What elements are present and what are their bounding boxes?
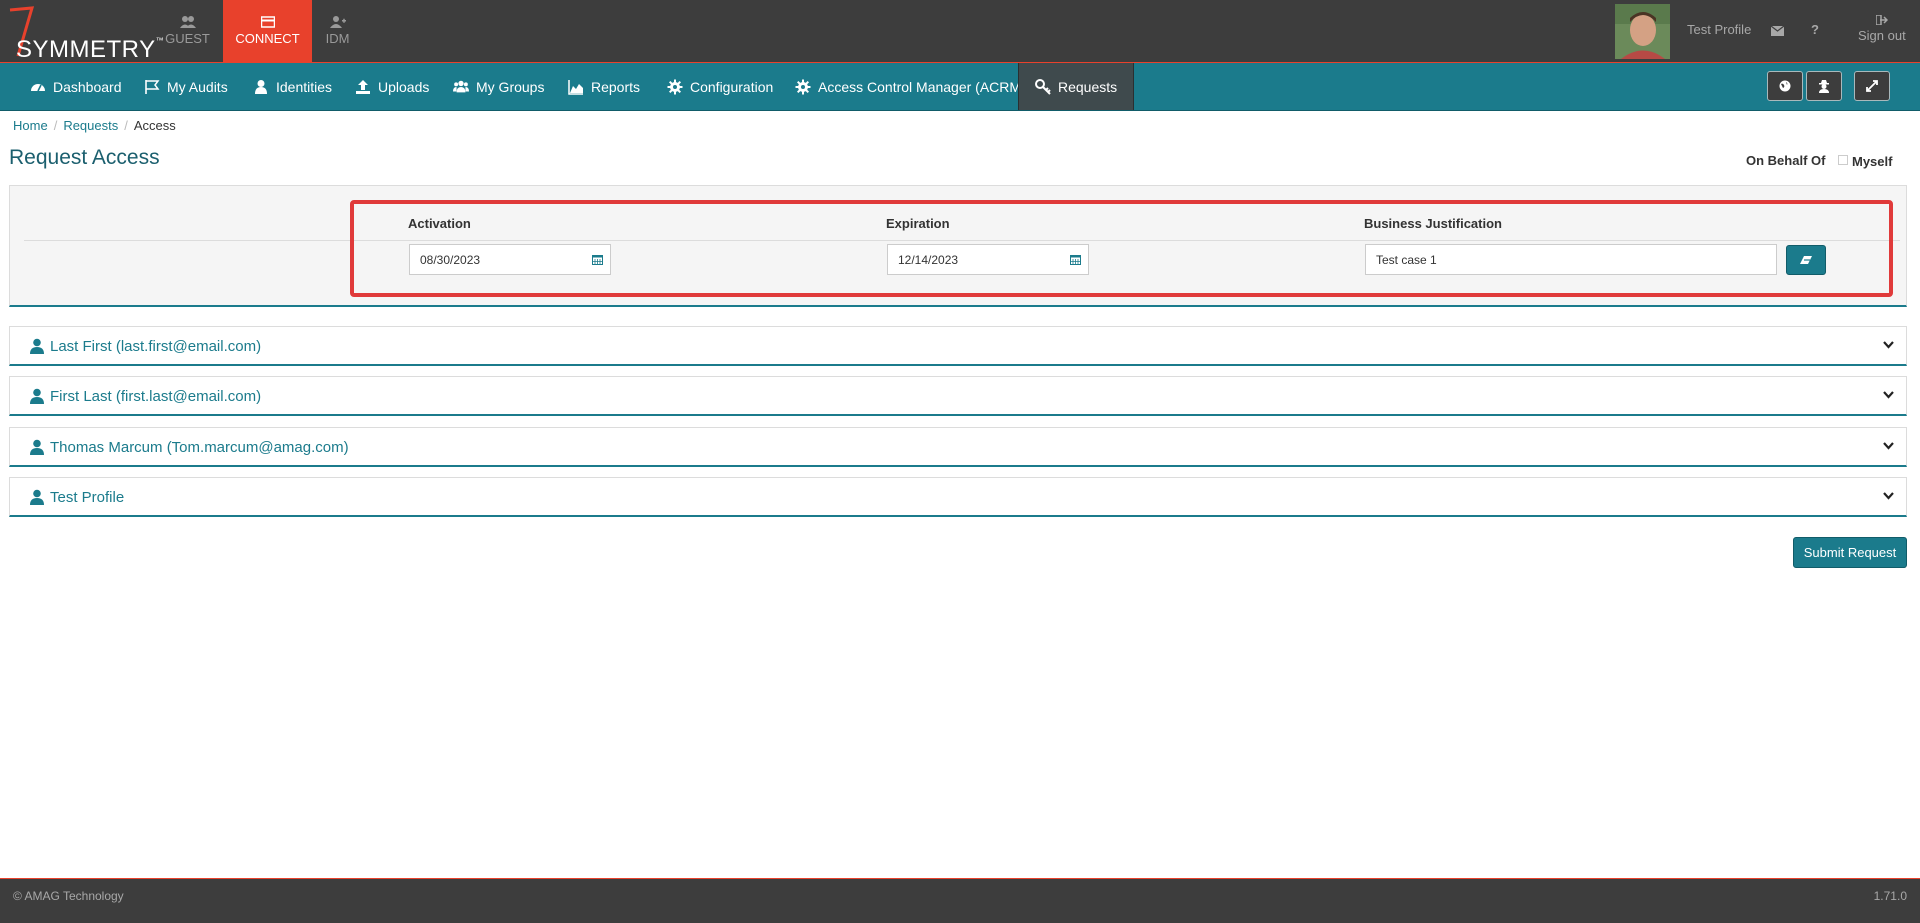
nav-requests[interactable]: Requests [1018,63,1135,110]
module-tab-idm[interactable]: IDM [293,0,382,62]
globe-button[interactable] [1767,71,1803,101]
nav-label: Uploads [378,78,430,95]
upload-icon [356,79,370,94]
activation-calendar-button[interactable] [585,244,611,275]
nav-uploads[interactable]: Uploads [355,63,429,110]
breadcrumb-current: Access [133,118,176,133]
users-icon [179,16,196,28]
gear-icon [667,79,683,94]
user-icon [30,388,44,404]
nav-acrm[interactable]: Access Control Manager (ACRM) [795,63,1026,110]
module-tab-guest[interactable]: GUEST [143,0,232,62]
nav-label: Reports [591,78,641,95]
key-icon [1035,78,1051,95]
nav-label: Dashboard [53,78,122,95]
symmetry-logo[interactable]: SYMMETRY™ [6,6,164,63]
area-chart-icon [568,79,583,95]
page-title: Request Access [9,146,160,169]
agent-button[interactable] [1806,71,1842,101]
user-icon [255,79,267,94]
person-row[interactable]: Thomas Marcum (Tom.marcum@amag.com) [9,427,1907,467]
group-icon [453,80,469,92]
clear-button[interactable] [1786,245,1826,275]
nav-label: Identities [276,78,333,95]
envelope-icon[interactable] [1771,26,1784,36]
nav-my-audits[interactable]: My Audits [144,63,228,110]
person-row-label: Last First (last.first@email.com) [50,338,262,355]
breadcrumb-separator: / [53,118,58,133]
nav-my-groups[interactable]: My Groups [453,63,544,110]
dashboard-icon [31,83,45,91]
breadcrumb: Home / Requests / Access [13,118,176,133]
version-text: 1.71.0 [1873,889,1907,903]
expiration-date-input[interactable]: 12/14/2023 [887,244,1065,275]
nav-identities[interactable]: Identities [253,63,332,110]
myself-label[interactable]: Myself [1852,154,1892,169]
nav-label: Configuration [690,78,774,95]
chevron-down-icon [1883,492,1894,500]
person-row[interactable]: Last First (last.first@email.com) [9,326,1907,366]
help-button[interactable]: ? [1811,22,1819,37]
sign-out-button[interactable]: Sign out [1858,15,1906,43]
avatar[interactable] [1615,4,1670,59]
module-tab-label: CONNECT [235,31,300,46]
calendar-icon [1070,255,1081,265]
person-row-label: Thomas Marcum (Tom.marcum@amag.com) [50,439,349,456]
business-justification-label: Business Justification [1364,216,1502,231]
expand-icon [1866,80,1878,92]
myself-checkbox[interactable] [1838,155,1848,165]
sign-out-icon [1875,15,1888,25]
chevron-down-icon [1883,442,1894,450]
top-bar: SYMMETRY™ GUEST CONNECT IDM Test Profile… [0,0,1920,63]
expiration-label: Expiration [886,216,950,231]
fullscreen-button[interactable] [1854,71,1890,101]
person-row-label: Test Profile [50,489,125,506]
sign-out-label: Sign out [1858,28,1906,43]
calendar-icon [592,255,603,265]
user-secret-icon [1819,79,1829,93]
nav-label: Requests [1058,78,1118,95]
card-icon [260,16,275,28]
gear-icon [795,79,811,94]
on-behalf-of-label: On Behalf Of [1746,153,1826,168]
logo-text: SYMMETRY™ [16,36,165,63]
avatar-image [1615,4,1670,59]
submit-request-button[interactable]: Submit Request [1793,537,1907,568]
chevron-down-icon [1883,391,1894,399]
breadcrumb-separator: / [124,118,128,133]
user-icon [30,338,44,354]
person-row[interactable]: Test Profile [9,477,1907,517]
user-icon [30,489,44,505]
user-icon [30,439,44,455]
expiration-calendar-button[interactable] [1063,244,1089,275]
eraser-icon [1800,256,1812,264]
person-row-label: First Last (first.last@email.com) [50,388,262,405]
nav-reports[interactable]: Reports [568,63,640,110]
profile-name[interactable]: Test Profile [1687,22,1751,37]
flag-icon [145,79,160,94]
activation-label: Activation [408,216,471,231]
globe-icon [1779,80,1791,92]
nav-dashboard[interactable]: Dashboard [30,63,122,110]
activation-date-input[interactable]: 08/30/2023 [409,244,587,275]
main-nav: Dashboard My Audits Identities Uploads M… [0,63,1920,111]
user-plus-icon [329,16,346,28]
nav-label: My Groups [476,78,545,95]
person-row[interactable]: First Last (first.last@email.com) [9,376,1907,416]
breadcrumb-home[interactable]: Home [13,118,48,133]
footer: © AMAG Technology 1.71.0 [0,878,1920,923]
nav-label: Access Control Manager (ACRM) [818,78,1026,95]
breadcrumb-requests[interactable]: Requests [63,118,118,133]
copyright-text: © AMAG Technology [13,889,124,903]
nav-label: My Audits [167,78,228,95]
chevron-down-icon [1883,341,1894,349]
module-tab-label: IDM [325,31,350,46]
business-justification-input[interactable]: Test case 1 [1365,244,1777,275]
module-tab-label: GUEST [165,31,210,46]
nav-configuration[interactable]: Configuration [667,63,773,110]
